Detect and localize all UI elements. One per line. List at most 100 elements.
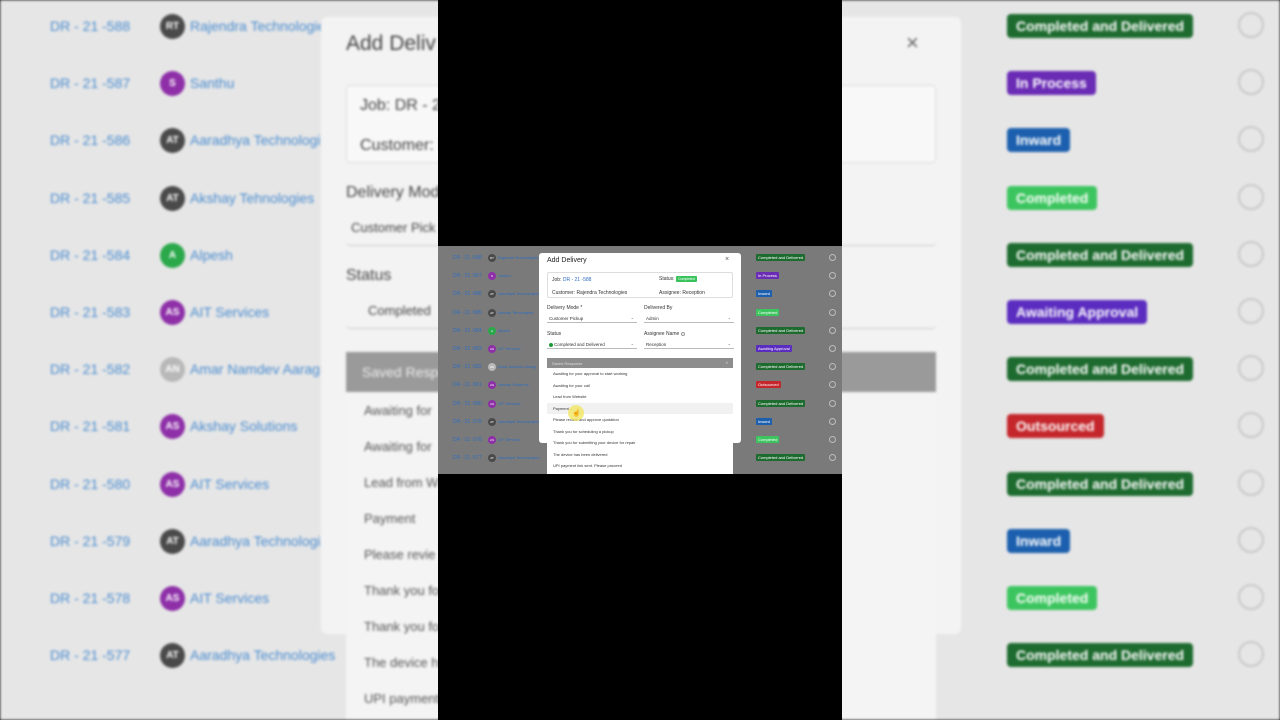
gear-icon[interactable] xyxy=(829,254,836,261)
gear-icon[interactable] xyxy=(829,363,836,371)
job-id-link[interactable]: DR - 21 -588 xyxy=(453,255,482,261)
background-job-id: DR - 21 -588 xyxy=(50,18,131,34)
customer-name-link[interactable]: AIT Services xyxy=(498,437,521,442)
avatar: A xyxy=(488,326,496,335)
background-gear-icon xyxy=(1238,412,1264,439)
background-status-badge: Outsourced xyxy=(1007,414,1104,439)
avatar: AS xyxy=(488,381,496,390)
job-id-link[interactable]: DR - 21 -587 xyxy=(453,273,482,279)
background-delivery-mode-label: Delivery Mod xyxy=(346,184,440,201)
job-id-link[interactable]: DR - 21 -577 xyxy=(453,455,482,461)
background-customer-label: Customer: I xyxy=(360,137,443,154)
gear-icon[interactable] xyxy=(829,399,836,407)
gear-icon[interactable] xyxy=(829,272,836,280)
job-id-link[interactable]: DR - 21 -584 xyxy=(453,328,482,334)
job-id-link[interactable]: DR - 21 -579 xyxy=(453,419,482,425)
saved-response-option[interactable]: Lead from Website xyxy=(547,391,733,403)
job-id-link[interactable]: DR - 21 -580 xyxy=(453,401,482,407)
background-job-id: DR - 21 -580 xyxy=(50,475,131,492)
background-customer-name: Amar Namdev Aaragi xyxy=(190,361,324,378)
job-id-link[interactable]: DR - 21 -588 xyxy=(563,277,592,283)
background-job-id: DR - 21 -578 xyxy=(50,590,131,606)
background-status-badge: Inward xyxy=(1007,528,1071,553)
saved-response-option[interactable]: Thank you for scheduling a pickup xyxy=(547,426,733,438)
saved-response-option[interactable]: Awaiting for your call xyxy=(547,380,733,392)
background-avatar: A xyxy=(160,242,185,268)
job-line: Job: DR - 21 -588 xyxy=(552,277,591,283)
job-id-link[interactable]: DR - 21 -581 xyxy=(453,382,482,388)
avatar: AN xyxy=(488,363,496,372)
delivered-by-value: Admin xyxy=(646,316,659,321)
gear-icon[interactable] xyxy=(829,326,836,334)
delivered-by-select[interactable]: Admin ⌄ xyxy=(644,314,734,323)
customer-name-link[interactable]: Amar Namdev Aaragi xyxy=(498,364,536,369)
status-dot-icon xyxy=(549,342,553,347)
customer-name-link[interactable]: Akshay Tehnologies xyxy=(498,310,534,315)
background-job-id: DR - 21 -583 xyxy=(50,304,131,320)
customer-name-link[interactable]: Aaradhya Technologies xyxy=(498,291,540,296)
gear-icon[interactable] xyxy=(829,381,836,389)
avatar: AT xyxy=(488,454,496,463)
customer-name-link[interactable]: AIT Services xyxy=(498,346,521,351)
gear-icon[interactable] xyxy=(829,345,836,352)
saved-response-placeholder: Saved Response xyxy=(552,361,583,366)
saved-response-option[interactable]: Awaiting for your approval to start work… xyxy=(547,368,733,380)
background-customer-name: Akshay Tehnologies xyxy=(190,189,315,206)
background-job-id: DR - 21 -579 xyxy=(50,532,131,549)
status-line: Status: Completed xyxy=(659,276,697,282)
background-gear-icon xyxy=(1238,584,1264,610)
job-id-link[interactable]: DR - 21 -582 xyxy=(453,364,482,370)
customer-name-link[interactable]: Rajendra Technologies xyxy=(498,255,539,260)
job-id-link[interactable]: DR - 21 -585 xyxy=(453,310,482,316)
close-icon[interactable]: × xyxy=(725,256,729,263)
chevron-down-icon: ⌄ xyxy=(727,341,731,346)
status-badge: Completed and Delivered xyxy=(756,254,806,261)
background-job-id: DR - 21 -577 xyxy=(50,647,131,664)
gear-icon[interactable] xyxy=(829,436,836,443)
background-avatar: AT xyxy=(160,643,185,669)
gear-icon[interactable] xyxy=(829,417,836,425)
background-customer-name: Aaradhya Technologies xyxy=(190,532,336,549)
background-status-badge: Inward xyxy=(1007,128,1071,153)
customer-name-link[interactable]: Santhu xyxy=(498,273,511,278)
background-job-id: DR - 21 -581 xyxy=(50,418,131,435)
background-gear-icon xyxy=(1238,12,1264,38)
gear-icon[interactable] xyxy=(829,308,836,316)
job-id-link[interactable]: DR - 21 -578 xyxy=(453,437,482,443)
saved-response-option[interactable]: Thank you for submitting your device for… xyxy=(547,437,733,449)
job-label: Job: xyxy=(552,277,562,283)
assignee-name-label: Assignee Name xyxy=(644,331,680,337)
background-avatar: S xyxy=(160,71,185,97)
background-status-badge: Completed xyxy=(1007,185,1098,210)
status-badge: Completed and Delivered xyxy=(756,363,806,371)
customer-name-link[interactable]: Aaradhya Technologies xyxy=(498,455,540,460)
gear-icon[interactable] xyxy=(829,290,836,298)
gear-icon[interactable] xyxy=(829,454,836,462)
customer-name-link[interactable]: Aaradhya Technologies xyxy=(498,419,540,424)
saved-response-dropdown[interactable]: Saved Response ˄ xyxy=(547,358,733,368)
job-id-link[interactable]: DR - 21 -586 xyxy=(453,291,482,297)
background-job-label: Job: DR - 2 xyxy=(360,97,441,114)
status-badge: Completed and Delivered xyxy=(756,326,806,334)
customer-name-link[interactable]: Alpesh xyxy=(498,328,510,333)
status-select[interactable]: Completed and Delivered ⌄ xyxy=(547,340,637,349)
background-gear-icon xyxy=(1238,69,1264,96)
saved-response-option[interactable]: UPI payment link sent. Please proceed xyxy=(547,460,733,472)
avatar: AS xyxy=(488,345,496,353)
status-select-value: Completed and Delivered xyxy=(554,342,605,347)
background-gear-icon xyxy=(1238,126,1264,153)
job-id-link[interactable]: DR - 21 -583 xyxy=(453,346,482,352)
saved-response-option[interactable]: The device has been delivered xyxy=(547,449,733,461)
customer-name-link[interactable]: AIT Services xyxy=(498,401,521,406)
avatar: AS xyxy=(488,436,496,444)
background-job-id: DR - 21 -585 xyxy=(50,189,131,206)
assignee-name-select[interactable]: Reception ⌄ xyxy=(644,340,734,349)
customer-name-link[interactable]: Akshay Solutions xyxy=(498,382,529,387)
delivery-mode-label: Delivery Mode * xyxy=(547,305,583,311)
background-gear-icon xyxy=(1238,298,1264,324)
app-screen: DR - 21 -588 RT Rajendra Technologies Compl… xyxy=(438,246,842,474)
background-status-badge: Completed and Delivered xyxy=(1007,643,1194,668)
background-status-badge: Completed and Delivered xyxy=(1007,14,1194,38)
video-stage: DR - 21 -588 RT Rajendra Technologies Compl… xyxy=(0,0,1280,720)
delivery-mode-select[interactable]: Customer Pickup ⌄ xyxy=(547,314,637,323)
